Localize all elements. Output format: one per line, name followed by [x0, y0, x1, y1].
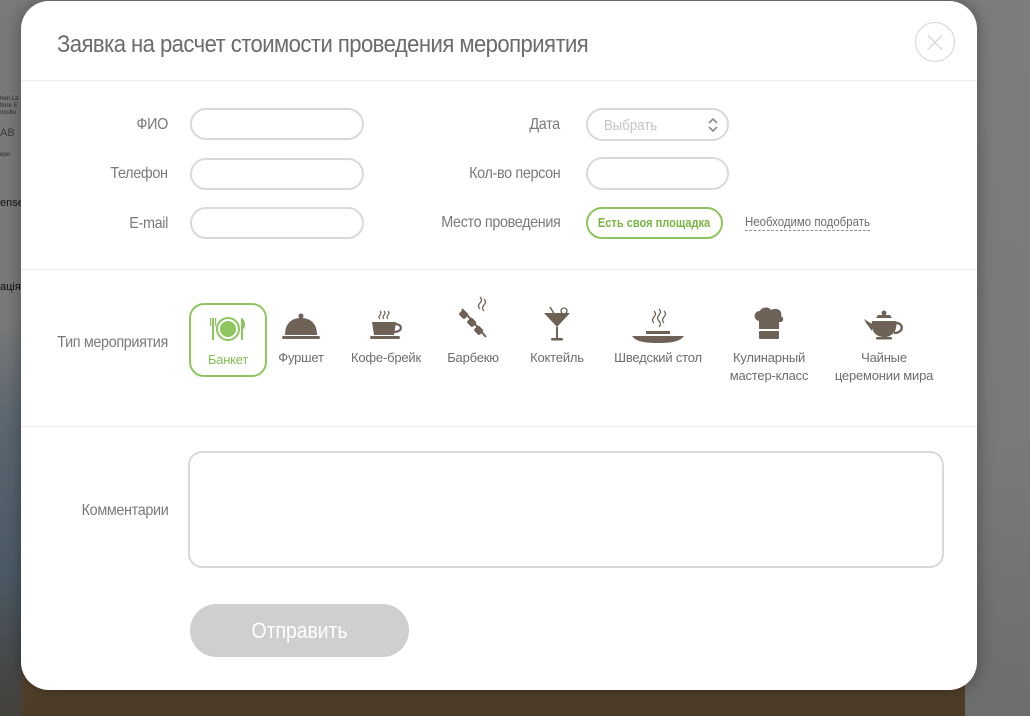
background-text: ація	[0, 281, 21, 293]
event-type-tea-ceremony[interactable]: Чайные церемонии мира	[833, 303, 935, 387]
date-select[interactable]: Выбрать	[586, 108, 729, 141]
event-type-label: Барбекю	[447, 350, 499, 365]
persons-input[interactable]	[586, 157, 729, 190]
venue-own-label: Есть своя площадка	[598, 215, 711, 230]
event-type-coffee-break[interactable]: Кофе-брейк	[348, 305, 424, 375]
submit-label: Отправить	[251, 618, 348, 643]
persons-label: Кол-во персон	[468, 165, 561, 182]
email-input[interactable]	[190, 207, 364, 239]
date-placeholder: Выбрать	[604, 117, 658, 134]
select-arrows-icon	[708, 117, 718, 133]
event-type-cocktail[interactable]: Коктейль	[526, 303, 588, 375]
submit-button[interactable]: Отправить	[190, 604, 409, 657]
event-type-label: Тип мероприятия	[57, 334, 168, 351]
event-type-barbecue[interactable]: Барбекю	[445, 293, 501, 375]
email-label: E-mail	[129, 215, 168, 232]
venue-need-link[interactable]: Необходимо подобрать	[745, 214, 870, 231]
fio-label: ФИО	[136, 116, 169, 133]
banquet-plate-icon	[210, 317, 246, 341]
event-type-label: Банкет	[207, 352, 249, 367]
background-text: hen La	[0, 96, 19, 102]
comment-label: Комментарии	[81, 502, 168, 519]
venue-label: Место проведения	[440, 214, 561, 231]
background-text: АВ	[0, 127, 15, 139]
event-type-banquet[interactable]: Банкет	[189, 303, 267, 377]
phone-input[interactable]	[190, 158, 364, 190]
event-type-label: Кулинарный мастер-класс	[729, 350, 809, 383]
event-type-label: Коктейль	[530, 350, 584, 365]
coffee-cup-icon	[370, 310, 402, 339]
close-icon[interactable]	[915, 22, 955, 62]
event-type-cooking-class[interactable]: Кулинарный мастер-класс	[725, 303, 813, 387]
event-type-smorgasbord[interactable]: Шведский стол	[611, 305, 705, 375]
date-label: Дата	[529, 116, 561, 133]
chef-hat-icon	[754, 307, 784, 339]
event-type-label: Шведский стол	[614, 350, 702, 365]
divider	[21, 426, 977, 427]
event-type-label: Чайные церемонии мира	[834, 350, 934, 383]
venue-own-button[interactable]: Есть своя площадка	[586, 207, 723, 239]
event-type-label: Кофе-брейк	[351, 350, 421, 365]
modal-title: Заявка на расчет стоимости проведения ме…	[57, 31, 589, 58]
background-text: lture E	[0, 103, 18, 109]
comment-textarea[interactable]	[188, 451, 944, 568]
teapot-icon	[864, 310, 903, 340]
hot-dish-icon	[632, 308, 684, 343]
divider	[21, 80, 977, 81]
fio-input[interactable]	[190, 108, 364, 140]
event-type-buffet[interactable]: Фуршет	[272, 305, 330, 375]
cloche-icon	[282, 313, 320, 339]
phone-label: Телефон	[110, 165, 169, 182]
event-type-label: Фуршет	[278, 350, 324, 365]
cocktail-glass-icon	[544, 306, 570, 341]
background-text: еро	[0, 152, 11, 158]
divider	[21, 269, 977, 270]
background-text: ricultu	[0, 110, 17, 116]
skewer-icon	[459, 296, 487, 338]
quote-request-modal: Заявка на расчет стоимости проведения ме…	[21, 1, 977, 690]
